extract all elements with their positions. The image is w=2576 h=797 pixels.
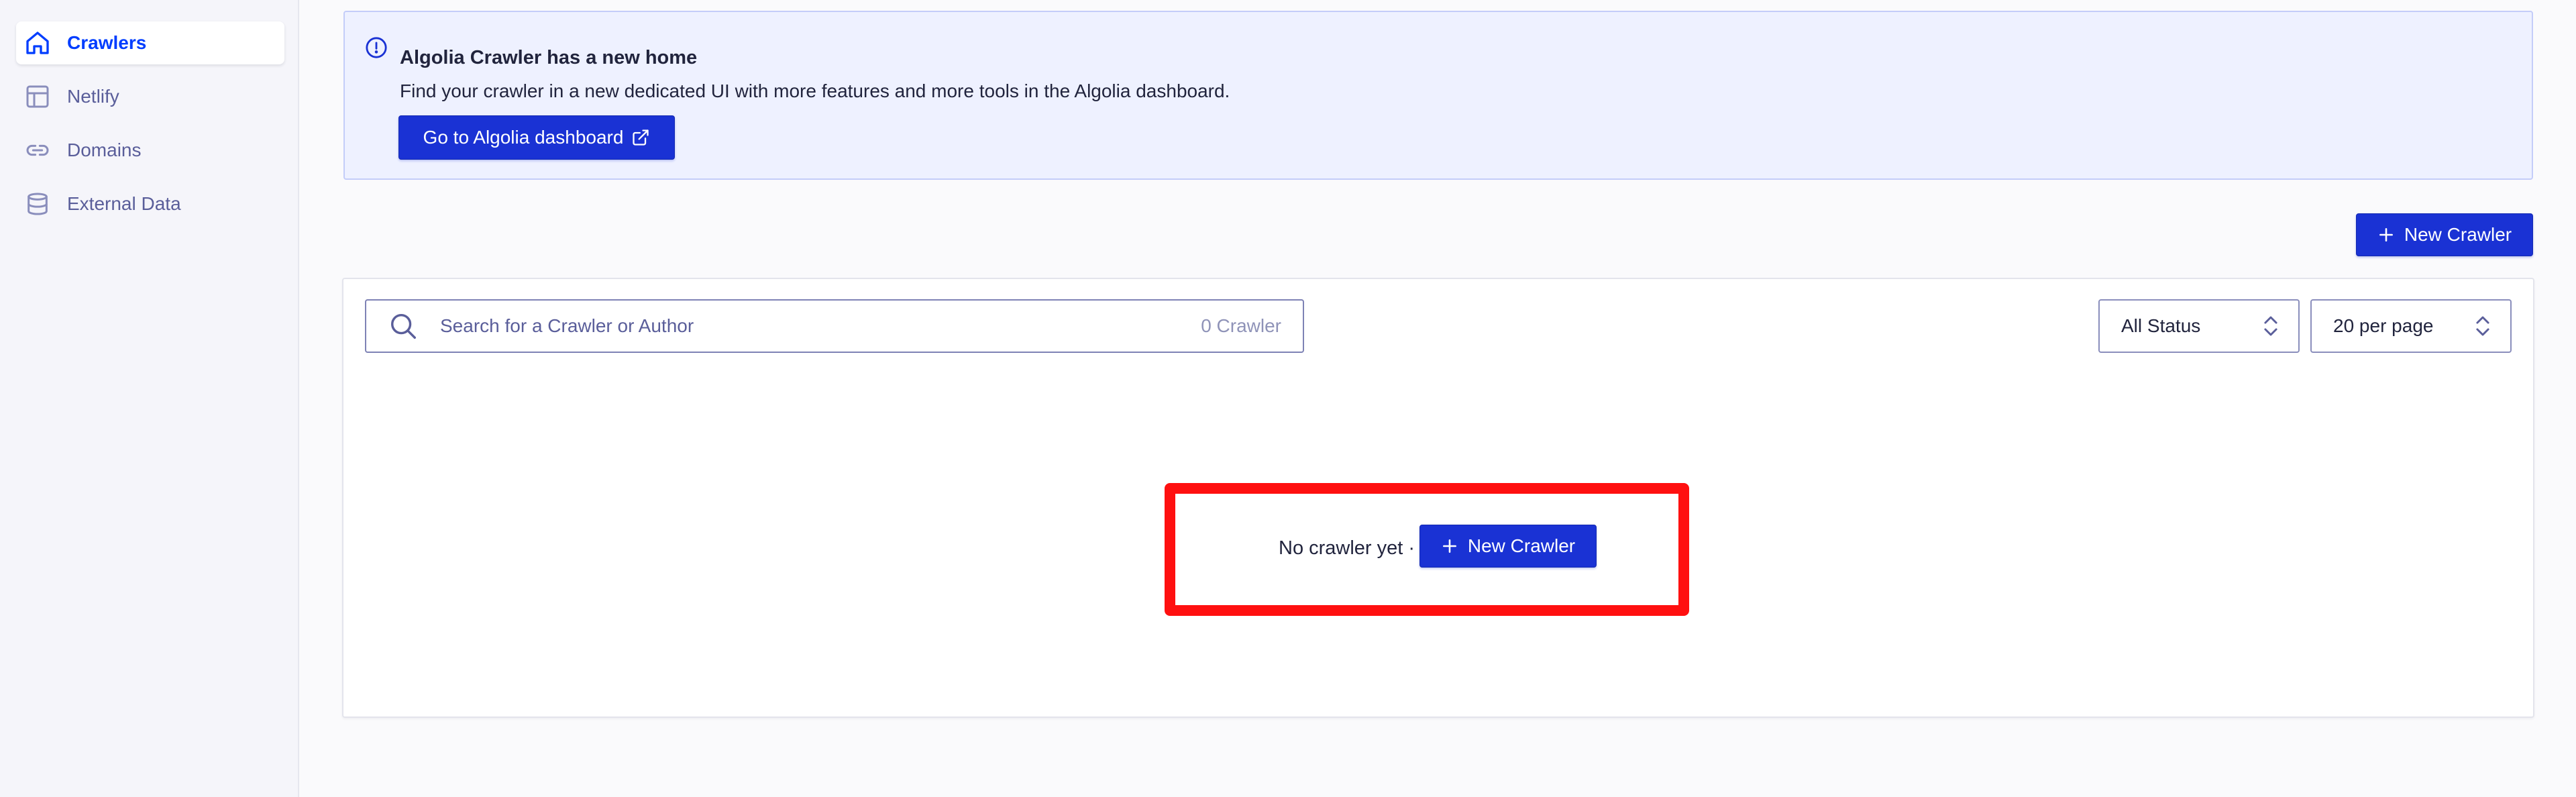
empty-state-new-crawler-button[interactable]: New Crawler	[1419, 525, 1597, 568]
sidebar: Crawlers Netlify Domains External Data	[0, 0, 299, 797]
search-icon	[390, 313, 416, 339]
per-page-select-value: 20 per page	[2333, 315, 2434, 336]
search-input[interactable]	[439, 315, 1201, 337]
link-icon	[24, 137, 51, 164]
sidebar-item-domains[interactable]: Domains	[16, 129, 284, 172]
per-page-select[interactable]: 20 per page	[2310, 299, 2512, 353]
sidebar-item-crawlers[interactable]: Crawlers	[16, 21, 284, 64]
crawler-count: 0 Crawler	[1201, 315, 1281, 336]
home-icon	[24, 30, 51, 56]
external-link-icon	[633, 129, 649, 146]
sidebar-item-label: Netlify	[67, 86, 119, 107]
sidebar-item-netlify[interactable]: Netlify	[16, 75, 284, 118]
database-icon	[24, 191, 51, 217]
sidebar-item-label: Crawlers	[67, 32, 147, 53]
go-to-dashboard-button[interactable]: Go to Algolia dashboard	[398, 115, 675, 160]
banner-title: Algolia Crawler has a new home	[400, 47, 698, 68]
chevron-up-down-icon	[2264, 316, 2277, 336]
sidebar-item-label: External Data	[67, 193, 181, 214]
status-select[interactable]: All Status	[2098, 299, 2300, 353]
new-crawler-button[interactable]: New Crawler	[2356, 213, 2533, 256]
search-box: 0 Crawler	[365, 299, 1304, 353]
sidebar-item-label: Domains	[67, 140, 142, 160]
chevron-up-down-icon	[2476, 316, 2489, 336]
banner-text: Find your crawler in a new dedicated UI …	[400, 81, 1230, 101]
plus-icon	[2379, 228, 2393, 242]
layout-icon	[24, 83, 51, 110]
empty-state-text: No crawler yet ·	[1279, 537, 1415, 559]
status-select-value: All Status	[2121, 315, 2201, 336]
plus-icon	[1442, 539, 1456, 553]
sidebar-item-external-data[interactable]: External Data	[16, 182, 284, 225]
info-banner: Algolia Crawler has a new home Find your…	[343, 11, 2533, 180]
new-crawler-label: New Crawler	[2404, 224, 2512, 245]
go-to-dashboard-label: Go to Algolia dashboard	[423, 127, 624, 148]
empty-state-new-crawler-label: New Crawler	[1467, 535, 1576, 556]
info-icon	[366, 37, 387, 58]
